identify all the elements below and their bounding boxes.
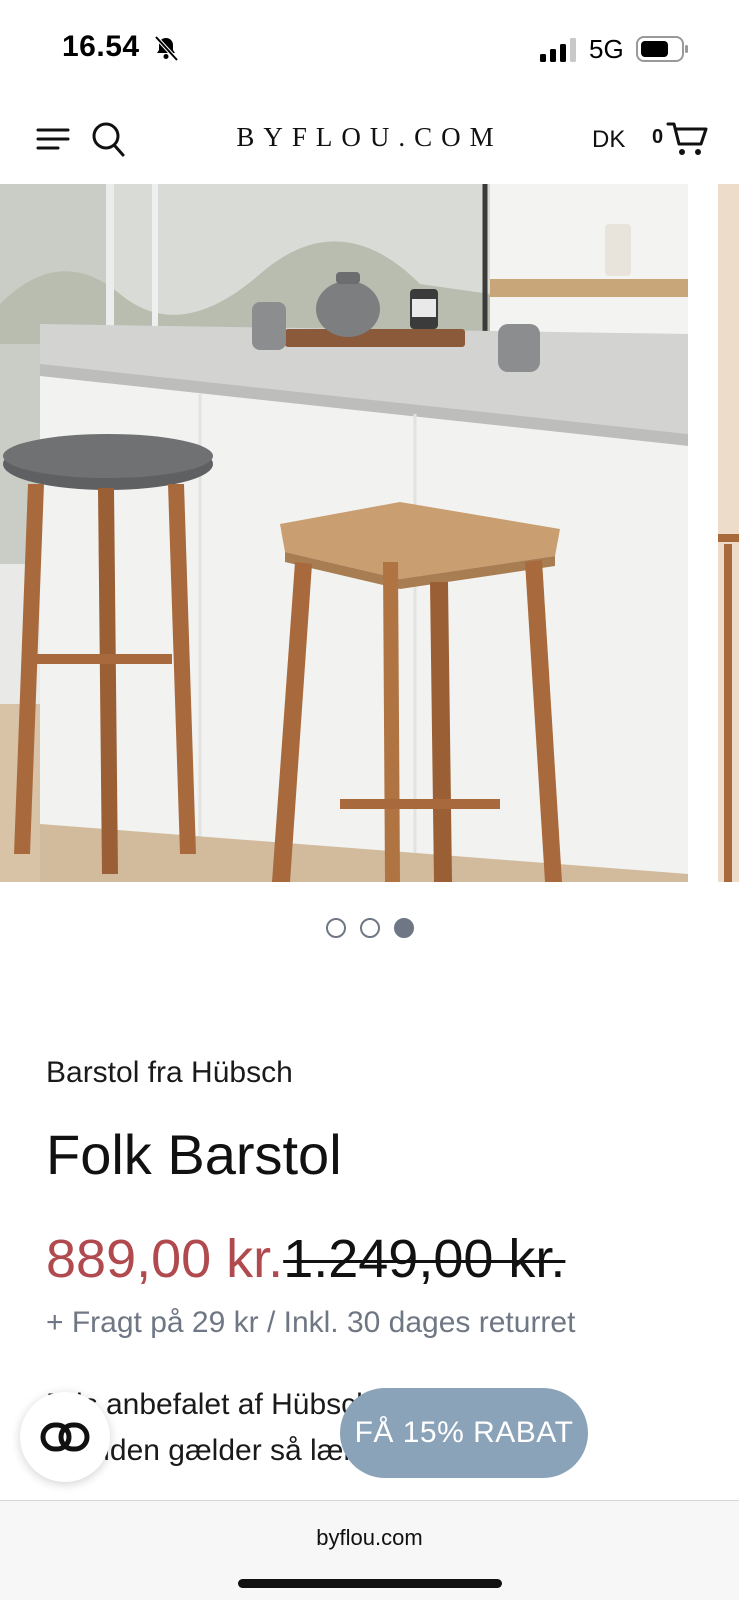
signal-icon [540,38,576,62]
site-logo[interactable]: BYFLOU.COM [0,122,739,153]
shipping-info: + Fragt på 29 kr / Inkl. 30 dages returr… [46,1306,576,1339]
product-brand-line: Barstol fra Hübsch [46,1056,293,1089]
gallery-pagination [0,918,739,942]
gallery-dot-1[interactable] [325,918,346,938]
url-label[interactable]: byflou.com [0,1525,739,1551]
home-indicator[interactable] [238,1579,502,1588]
bell-slash-icon [154,35,179,62]
price-row: 889,00 kr.1.249,00 kr. [46,1228,565,1292]
cart-count[interactable]: 0 [652,126,663,149]
status-bar: 16.54 5G [0,0,739,100]
battery-icon [636,36,688,62]
next-product-image[interactable] [718,184,739,882]
original-price: 1.249,00 kr. [283,1229,566,1289]
gallery-dot-2[interactable] [359,918,380,938]
chat-link-icon [40,1422,90,1452]
browser-address-bar[interactable]: byflou.com [0,1500,739,1600]
language-selector[interactable]: DK [592,126,625,154]
network-label: 5G [589,34,624,64]
gallery-dot-3[interactable] [393,918,414,938]
cart-icon[interactable] [666,120,710,158]
product-title: Folk Barstol [46,1123,342,1186]
sale-price: 889,00 kr. [46,1229,284,1289]
discount-button[interactable]: FÅ 15% RABAT [340,1388,588,1478]
status-time: 16.54 [62,30,140,63]
chat-widget-button[interactable] [20,1392,110,1482]
product-image[interactable] [0,184,688,882]
product-gallery[interactable] [0,184,739,882]
site-header: BYFLOU.COM DK 0 [0,100,739,184]
